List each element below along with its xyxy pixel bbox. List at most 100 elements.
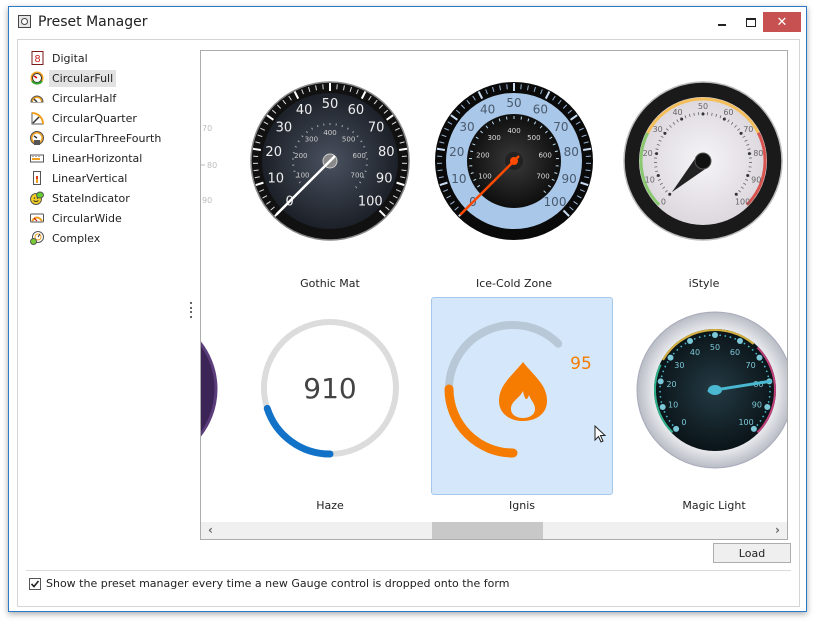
preset-haze[interactable]: 910 Haze — [239, 297, 421, 512]
scale-dot — [739, 131, 743, 135]
inner-scale-label: 500 — [527, 134, 540, 142]
tree-item-circular-half[interactable]: CircularHalf — [26, 88, 186, 108]
scale-dot — [724, 335, 727, 337]
inner-tick — [520, 116, 523, 120]
tree-item-circular-full[interactable]: CircularFull — [26, 68, 186, 88]
scale-dot — [756, 424, 759, 426]
partial-gauge-left-top: 70 80 90 — [201, 124, 217, 205]
scrollbar-thumb[interactable] — [432, 522, 543, 539]
scale-dot — [680, 345, 683, 348]
show-preset-manager-checkbox[interactable] — [29, 577, 41, 590]
outer-scale-label: 90 — [376, 172, 393, 187]
outer-scale-label: 100 — [358, 194, 383, 209]
outer-scale-label: 90 — [562, 172, 577, 186]
tree-item-circular-wide[interactable]: CircularWide — [26, 208, 186, 228]
tree-item-label: Digital — [52, 51, 88, 65]
scale-label: 20 — [643, 149, 653, 158]
footer: Show the preset manager every time a new… — [29, 577, 509, 590]
tree-item-circular-quarter[interactable]: CircularQuarter — [26, 108, 186, 128]
inner-scale-label: 300 — [487, 134, 500, 142]
inner-scale-label: 600 — [353, 152, 366, 160]
scale-major-dot — [736, 337, 743, 344]
close-button[interactable]: ✕ — [763, 12, 801, 32]
scale-dot — [659, 395, 662, 398]
needle-cap — [510, 157, 518, 165]
scale-dot — [680, 117, 684, 121]
title-bar[interactable]: Preset Manager ✕ — [9, 7, 806, 37]
outer-scale-label: 10 — [451, 172, 466, 186]
circular-quarter-gauge-icon — [30, 111, 44, 125]
inner-scale-label: 400 — [323, 129, 336, 137]
tree-item-circular-three-fourth[interactable]: CircularThreeFourth — [26, 128, 186, 148]
partial-gauge-left-bottom — [201, 341, 218, 437]
scale-dot — [761, 361, 764, 363]
circular-full-gauge-icon — [30, 71, 44, 85]
outer-scale-label: 20 — [265, 145, 282, 160]
scale-label: 60 — [730, 348, 740, 357]
scroll-right-arrow[interactable]: › — [770, 523, 785, 538]
checkmark-icon — [30, 579, 40, 588]
scale-dot — [747, 345, 750, 348]
ignis-value: 95 — [570, 354, 592, 374]
scale-label: 0 — [661, 198, 666, 207]
scale-dot — [662, 370, 665, 373]
inner-tick — [316, 124, 319, 128]
scale-label: 40 — [690, 348, 700, 357]
scale-label: 70 — [202, 124, 212, 133]
inner-scale-label: 200 — [294, 152, 307, 160]
haze-gauge: 910 — [261, 319, 399, 458]
scale-dot — [668, 192, 672, 196]
tree-item-digital[interactable]: 8 Digital — [26, 48, 186, 68]
scale-dot — [719, 334, 722, 337]
scale-label: 90 — [202, 196, 212, 205]
scale-label: 10 — [645, 175, 655, 184]
load-button[interactable]: Load — [713, 543, 791, 563]
scale-dot — [676, 349, 679, 351]
scale-dot — [693, 337, 696, 340]
scale-dot — [660, 375, 663, 378]
outer-scale-label: 50 — [322, 97, 339, 112]
scale-dot — [664, 365, 667, 368]
scale-major-tick — [436, 147, 446, 152]
scale-label: 90 — [751, 175, 761, 184]
scale-tick — [711, 112, 713, 116]
preset-gothic-mat[interactable]: 0102030405060708090100100200300400500600… — [239, 61, 421, 290]
splitter-handle[interactable] — [190, 302, 193, 318]
horizontal-scrollbar[interactable]: ‹ › — [201, 522, 787, 539]
scale-tick — [585, 169, 591, 172]
inner-tick — [505, 116, 508, 120]
scale-label: 80 — [207, 161, 217, 170]
inner-tick — [341, 124, 344, 128]
magic-light-gauge: 0102030405060708090100 — [636, 311, 787, 469]
inner-scale-label: 100 — [296, 172, 309, 180]
outer-scale-label: 60 — [348, 103, 365, 118]
scale-major-dot — [756, 354, 763, 361]
preset-istyle[interactable]: 0 10 20 30 40 50 60 70 80 90 100 iStyle — [613, 61, 787, 290]
scale-dot — [655, 152, 659, 156]
scale-dot — [672, 352, 675, 355]
tree-item-label: CircularWide — [52, 211, 122, 225]
scale-dot — [768, 385, 771, 388]
tree-item-label: StateIndicator — [52, 191, 130, 205]
outer-scale-label: 80 — [564, 145, 579, 159]
tree-item-linear-vertical[interactable]: LinearVertical — [26, 168, 186, 188]
state-indicator-gauge-icon — [30, 191, 44, 205]
close-icon: ✕ — [776, 14, 788, 30]
tree-item-label: CircularFull — [49, 69, 117, 87]
tree-item-complex[interactable]: Complex — [26, 228, 186, 248]
scroll-left-arrow[interactable]: ‹ — [203, 523, 218, 538]
inner-scale-label: 700 — [536, 173, 549, 181]
preset-magic-light[interactable]: 0102030405060708090100 Magic Light — [623, 297, 787, 512]
preset-label: Ignis — [509, 499, 535, 512]
preset-ignis[interactable]: 95 Ignis — [431, 297, 613, 512]
haze-value: 910 — [303, 372, 356, 405]
scale-dot — [663, 410, 666, 413]
outer-scale-label: 10 — [268, 172, 285, 187]
tree-item-state-indicator[interactable]: StateIndicator — [26, 188, 186, 208]
outer-scale-label: 70 — [553, 120, 568, 134]
scale-dot — [659, 390, 661, 393]
tree-item-linear-horizontal[interactable]: LinearHorizontal — [26, 148, 186, 168]
preset-ice-cold-zone[interactable]: 0102030405060708090100100200300400500600… — [423, 61, 605, 290]
scale-dot — [708, 334, 711, 337]
scale-dot — [698, 336, 701, 339]
